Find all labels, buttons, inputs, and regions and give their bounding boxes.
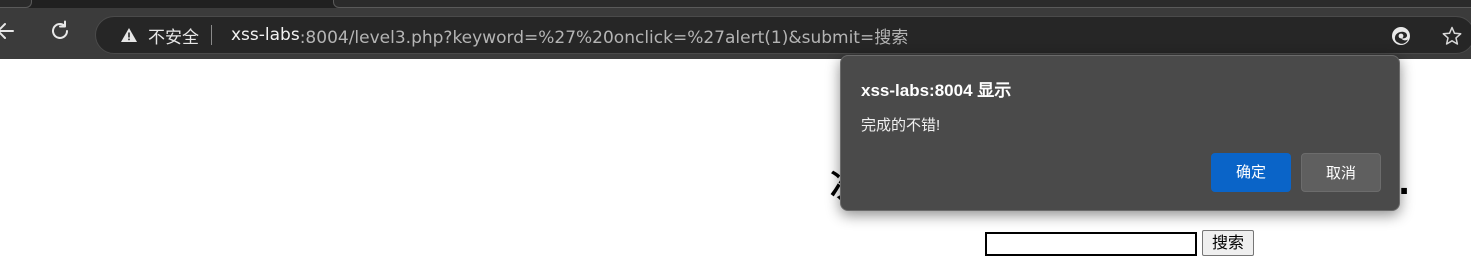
cancel-button[interactable]: 取消: [1301, 153, 1381, 192]
dialog-title: xss-labs:8004 显示: [861, 81, 1012, 100]
edge-icon[interactable]: [1389, 24, 1413, 48]
ok-button[interactable]: 确定: [1211, 153, 1291, 192]
url-path: :8004/level3.php?keyword=%27%20onclick=%…: [299, 27, 909, 48]
url-text[interactable]: xss-labs:8004/level3.php?keyword=%27%20o…: [231, 17, 908, 53]
keyword-input[interactable]: [985, 232, 1197, 256]
security-indicator[interactable]: 不安全: [120, 17, 212, 53]
star-icon[interactable]: [1440, 24, 1464, 48]
dialog-message: 完成的不错!: [861, 117, 941, 134]
browser-tab[interactable]: [333, 0, 1471, 8]
browser-toolbar: 不安全 xss-labs:8004/level3.php?keyword=%27…: [0, 8, 1471, 59]
back-arrow-icon[interactable]: [0, 18, 18, 44]
reload-icon[interactable]: [47, 18, 73, 44]
address-bar[interactable]: 不安全 xss-labs:8004/level3.php?keyword=%27…: [95, 16, 1471, 54]
security-label: 不安全: [148, 27, 199, 48]
search-button[interactable]: 搜索: [1202, 230, 1254, 256]
separator: [211, 25, 212, 45]
browser-tab[interactable]: [0, 0, 32, 8]
browser-chrome: 不安全 xss-labs:8004/level3.php?keyword=%27…: [0, 0, 1471, 59]
tab-strip: [0, 0, 1471, 8]
url-host: xss-labs: [231, 25, 300, 45]
warning-icon: [121, 28, 137, 42]
alert-dialog: xss-labs:8004 显示 完成的不错! 确定 取消: [840, 55, 1400, 211]
